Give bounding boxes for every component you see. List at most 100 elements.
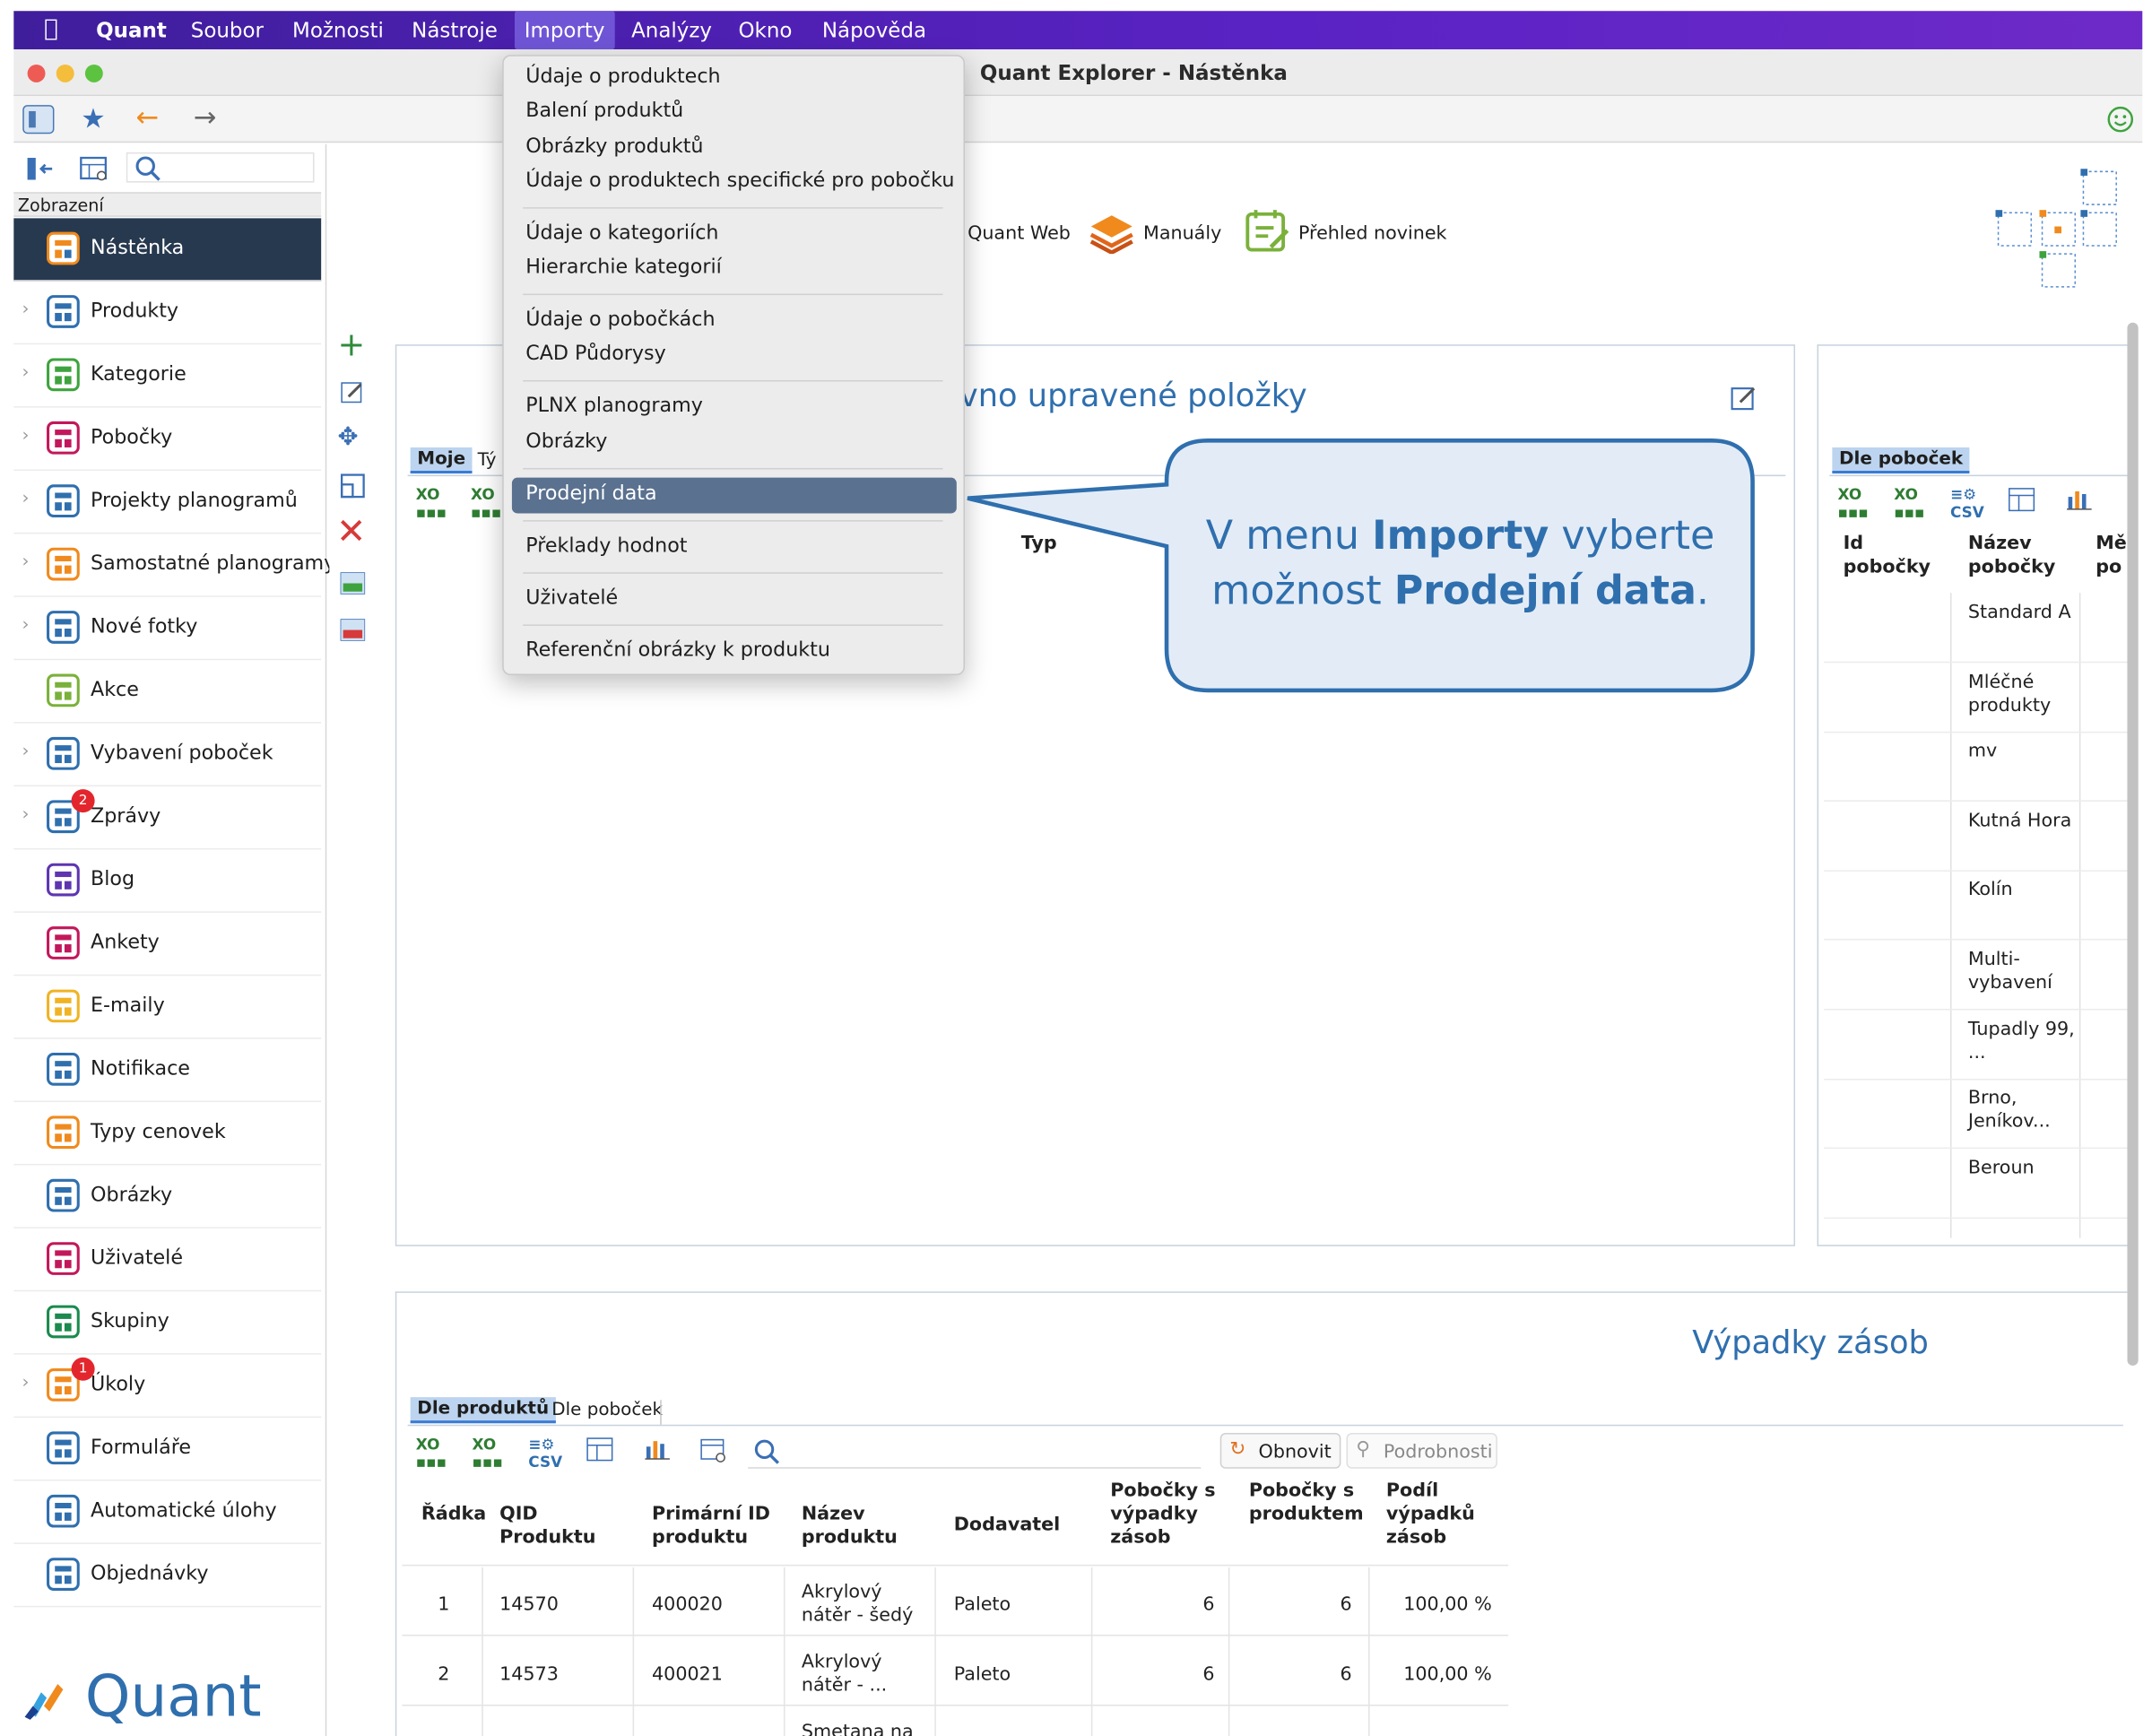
news-icon[interactable] [1244, 206, 1293, 256]
chevron-right-icon[interactable]: › [22, 425, 29, 446]
export-excel-icon[interactable]: XO ▪▪▪ [1837, 486, 1868, 522]
tab-mine[interactable]: Moje [410, 447, 473, 474]
sidebar-item-7[interactable]: › Nové fotky [13, 597, 322, 661]
table-settings-icon[interactable] [80, 155, 110, 183]
favorite-star-icon[interactable]: ★ [81, 101, 105, 135]
menu-item-2[interactable]: Balení produktů [525, 100, 683, 122]
sidebar-item-5[interactable]: › Projekty planogramů [13, 471, 322, 534]
table-columns-icon[interactable] [586, 1437, 614, 1463]
close-window-button[interactable] [27, 64, 46, 82]
sidebar-item-3[interactable]: › Kategorie [13, 344, 322, 408]
sidebar-item-20[interactable]: Formuláře [13, 1418, 322, 1481]
sidebar-item-8[interactable]: Akce [13, 660, 322, 724]
menu-item-11[interactable]: Prodejní data [525, 483, 656, 505]
sidebar-item-22[interactable]: Objednávky [13, 1544, 322, 1608]
back-arrow-icon[interactable]: ← [136, 100, 160, 134]
chart-icon[interactable] [2066, 486, 2094, 511]
menu-nastroje[interactable]: Nástroje [412, 18, 498, 43]
sidebar-item-13[interactable]: E-maily [13, 976, 322, 1039]
menu-okno[interactable]: Okno [738, 18, 792, 43]
menu-analyzy[interactable]: Analýzy [631, 18, 712, 43]
apple-icon[interactable]:  [44, 15, 58, 43]
chevron-right-icon[interactable]: › [22, 804, 29, 825]
sidebar-item-1[interactable]: Nástěnka [13, 218, 322, 282]
delete-icon[interactable]: ✕ [336, 512, 366, 553]
export-excel-icon[interactable]: XO ▪▪▪ [416, 486, 447, 522]
stockouts-search-input[interactable] [748, 1436, 1202, 1469]
export-excel-icon[interactable]: XO ▪▪▪ [416, 1436, 447, 1471]
quant-web-link[interactable]: Quant Web [968, 222, 1071, 244]
zoom-window-button[interactable] [84, 64, 103, 82]
chevron-right-icon[interactable]: › [22, 742, 29, 762]
minimize-window-button[interactable] [56, 64, 74, 82]
menu-item-3[interactable]: Obrázky produktů [525, 136, 703, 158]
sidebar-item-6[interactable]: › Samostatné planogramy [13, 534, 335, 597]
menu-item-4[interactable]: Údaje o produktech specifické pro pobočk… [525, 170, 954, 192]
menu-item-5[interactable]: Údaje o kategoriích [525, 222, 718, 244]
chevron-right-icon[interactable]: › [22, 489, 29, 509]
chevron-right-icon[interactable]: › [22, 362, 29, 383]
menu-item-1[interactable]: Údaje o produktech [525, 65, 720, 87]
forward-arrow-icon[interactable]: → [194, 100, 217, 134]
sidebar-item-12[interactable]: Ankety [13, 913, 322, 976]
menu-item-6[interactable]: Hierarchie kategorií [525, 256, 722, 278]
collapse-panel-icon[interactable] [25, 155, 56, 183]
sidebar-toggle-icon[interactable] [22, 104, 55, 135]
sidebar-item-2[interactable]: › Produkty [13, 282, 322, 345]
sidebar-item-16[interactable]: Obrázky [13, 1165, 322, 1228]
export-excel-options-icon[interactable]: XO ▪▪▪ [1894, 486, 1924, 522]
menu-moznosti[interactable]: Možnosti [292, 18, 384, 43]
sidebar-item-21[interactable]: Automatické úlohy [13, 1481, 322, 1544]
edit-icon[interactable] [341, 380, 366, 405]
sidebar-item-19[interactable]: › Úkoly 1 [13, 1355, 322, 1419]
chart-icon[interactable] [644, 1436, 672, 1461]
widget-remove-icon[interactable] [340, 619, 366, 641]
details-button[interactable]: ⚲ Podrobnosti [1346, 1432, 1497, 1469]
export-excel-options-icon[interactable]: XO ▪▪▪ [471, 486, 501, 522]
sidebar-item-11[interactable]: Blog [13, 849, 322, 913]
menu-item-14[interactable]: Referenční obrázky k produktu [525, 639, 830, 661]
menu-app[interactable]: Quant [96, 18, 167, 43]
chevron-right-icon[interactable]: › [22, 1373, 29, 1393]
sidebar-item-18[interactable]: Skupiny [13, 1291, 322, 1355]
chevron-right-icon[interactable]: › [22, 299, 29, 320]
tab-team[interactable]: Tý [478, 450, 497, 471]
export-csv-icon[interactable]: ≡⚙ CSV [1950, 486, 1984, 522]
export-excel-options-icon[interactable]: XO ▪▪▪ [473, 1436, 503, 1471]
resize-icon[interactable] [340, 473, 366, 499]
table-settings-icon[interactable] [700, 1437, 728, 1465]
menu-napoveda[interactable]: Nápověda [822, 18, 926, 43]
refresh-button[interactable]: ↻ Obnovit [1219, 1432, 1341, 1469]
sidebar-item-9[interactable]: › Vybavení poboček [13, 724, 322, 787]
menu-item-7[interactable]: Údaje o pobočkách [525, 308, 715, 330]
menu-item-13[interactable]: Uživatelé [525, 587, 618, 609]
smiley-icon[interactable] [2106, 106, 2134, 134]
menu-item-9[interactable]: PLNX planogramy [525, 395, 703, 417]
vertical-scrollbar[interactable] [2127, 322, 2139, 1366]
add-icon[interactable]: + [338, 326, 366, 364]
chevron-right-icon[interactable]: › [22, 551, 29, 572]
table-columns-icon[interactable] [2008, 487, 2035, 512]
tab-by-branch[interactable]: Dle poboček [551, 1400, 663, 1420]
tab-by-branch[interactable]: Dle poboček [1832, 447, 1970, 474]
menu-item-10[interactable]: Obrázky [525, 431, 607, 453]
manuals-icon[interactable] [1089, 210, 1135, 255]
sidebar-item-label: Kategorie [91, 363, 187, 386]
menu-importy[interactable]: Importy [514, 11, 615, 50]
move-icon[interactable]: ✥ [338, 422, 359, 451]
sidebar-item-4[interactable]: › Pobočky [13, 408, 322, 471]
manuals-link[interactable]: Manuály [1143, 222, 1221, 244]
sidebar-item-15[interactable]: Typy cenovek [13, 1102, 322, 1166]
sidebar-item-17[interactable]: Uživatelé [13, 1228, 322, 1292]
export-csv-icon[interactable]: ≡⚙ CSV [528, 1436, 562, 1471]
chevron-right-icon[interactable]: › [22, 615, 29, 636]
menu-item-12[interactable]: Překlady hodnot [525, 535, 687, 557]
sidebar-item-10[interactable]: › Zprávy 2 [13, 786, 322, 850]
sidebar-item-14[interactable]: Notifikace [13, 1039, 322, 1103]
panel-edit-icon[interactable] [1731, 385, 1758, 412]
widget-add-icon[interactable] [340, 572, 366, 595]
menu-item-8[interactable]: CAD Půdorysy [525, 343, 666, 365]
news-link[interactable]: Přehled novinek [1298, 222, 1447, 244]
menu-soubor[interactable]: Soubor [191, 18, 264, 43]
tab-by-product[interactable]: Dle produktů [410, 1397, 556, 1424]
